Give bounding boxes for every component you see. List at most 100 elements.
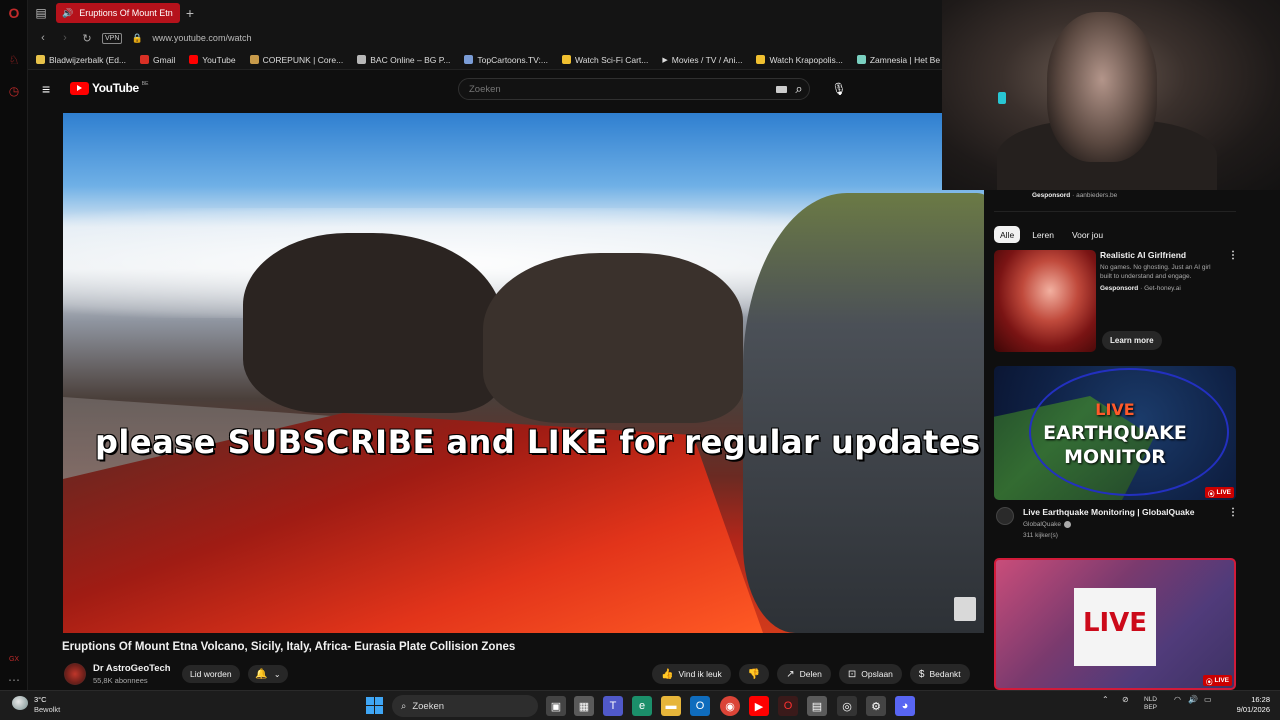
- zamnesia-icon: [856, 55, 866, 64]
- sponsored-ad-card[interactable]: Realistic AI Girlfriend No games. No gho…: [994, 250, 1244, 352]
- kebab-menu-icon[interactable]: ⋮: [1228, 250, 1238, 261]
- krapopolis-icon: [756, 55, 766, 64]
- edge-icon[interactable]: e: [632, 696, 652, 716]
- search-input[interactable]: [459, 79, 749, 100]
- chip-all[interactable]: Alle: [994, 226, 1021, 243]
- taskbar-search[interactable]: ⌕ Zoeken: [392, 695, 538, 717]
- sponsored-banner[interactable]: Gesponsord · aanbieders.be: [994, 190, 1236, 212]
- new-tab-button[interactable]: +: [180, 3, 200, 23]
- video-thumbnail[interactable]: LIVE EARTHQUAKE MONITOR ⦿ LIVE: [994, 366, 1236, 500]
- channel-name[interactable]: Dr AstroGeoTech: [93, 663, 171, 674]
- channel-avatar[interactable]: [996, 507, 1014, 525]
- weather-temperature[interactable]: 3°C: [34, 695, 47, 704]
- youtube-app-icon[interactable]: ▶: [749, 696, 769, 716]
- task-view-icon[interactable]: ▣: [546, 696, 566, 716]
- channel-watermark-icon[interactable]: [954, 597, 976, 621]
- channel-name[interactable]: GlobalQuake: [1023, 521, 1071, 528]
- history-icon[interactable]: ◷: [6, 83, 22, 99]
- dislike-button[interactable]: 👎: [738, 664, 770, 684]
- share-icon: ↗: [786, 668, 795, 680]
- bookmark-item[interactable]: Watch Krapopolis...: [756, 55, 843, 65]
- folder-icon: [36, 55, 45, 64]
- vpn-badge[interactable]: VPN: [102, 32, 123, 44]
- app-icon[interactable]: ◎: [837, 696, 857, 716]
- calculator-icon[interactable]: ▤: [807, 696, 827, 716]
- like-button[interactable]: 👍 Vind ik leuk: [652, 664, 731, 684]
- chevron-up-icon[interactable]: ⌃: [1102, 695, 1109, 704]
- chrome-icon[interactable]: ◉: [720, 696, 740, 716]
- notification-bell-button[interactable]: 🔔 ⌄: [248, 665, 288, 683]
- settings-gear-icon[interactable]: ⚙: [866, 696, 886, 716]
- youtube-wordmark: YouTube: [92, 81, 139, 95]
- forward-icon[interactable]: ›: [58, 32, 72, 44]
- webcam-overlay: [942, 0, 1280, 190]
- input-language[interactable]: NLD BEP: [1144, 696, 1157, 712]
- country-code: BE: [141, 81, 149, 87]
- file-explorer-icon[interactable]: ▬: [661, 696, 681, 716]
- share-button[interactable]: ↗ Delen: [777, 664, 831, 684]
- thumbnail-text: MONITOR: [1064, 446, 1166, 468]
- video-thumbnail[interactable]: LIVE ⦿ LIVE: [994, 558, 1236, 690]
- reload-icon[interactable]: ↻: [80, 32, 94, 45]
- thumbs-down-icon: 👎: [747, 668, 761, 680]
- system-clock[interactable]: 16:28 9/01/2026: [1220, 695, 1270, 715]
- bookmark-icon: ⊡: [847, 668, 857, 680]
- chip-learn[interactable]: Leren: [1026, 226, 1060, 243]
- bookmark-item[interactable]: Gmail: [140, 55, 175, 65]
- filter-chips: Alle Leren Voor jou: [994, 226, 1109, 243]
- more-icon[interactable]: ⋯: [6, 672, 22, 688]
- outlook-icon[interactable]: O: [690, 696, 710, 716]
- tab-active[interactable]: 🔊 Eruptions Of Mount Etn: [56, 3, 180, 23]
- bookmark-item[interactable]: Watch Sci-Fi Cart...: [561, 55, 648, 65]
- store-icon[interactable]: ▦: [574, 696, 594, 716]
- youtube-logo[interactable]: YouTube BE: [70, 81, 148, 95]
- bookmark-item[interactable]: Bladwijzerbalk (Ed...: [36, 55, 126, 65]
- bookmark-item[interactable]: Zamnesia | Het Be: [856, 55, 940, 65]
- live-badge: ⦿ LIVE: [1205, 487, 1234, 498]
- related-sidebar: Gesponsord · aanbieders.be Alle Leren Vo…: [984, 190, 1280, 690]
- bookmark-item[interactable]: YouTube: [189, 55, 236, 65]
- network-off-icon[interactable]: ⊘: [1122, 695, 1129, 704]
- bookmark-icon[interactable]: ♘: [6, 52, 22, 68]
- learn-more-button[interactable]: Learn more: [1102, 331, 1162, 350]
- lock-icon[interactable]: 🔒: [130, 33, 144, 44]
- viewer-count: 311 kijker(s): [1023, 532, 1058, 539]
- bookmark-item[interactable]: BAC Online – BG P...: [357, 55, 450, 65]
- chip-for-you[interactable]: Voor jou: [1066, 226, 1109, 243]
- bookmark-item[interactable]: TopCartoons.TV:...: [464, 55, 548, 65]
- teams-icon[interactable]: T: [603, 696, 623, 716]
- weather-description[interactable]: Bewolkt: [34, 705, 60, 714]
- video-player[interactable]: please SUBSCRIBE and LIKE for regular up…: [63, 113, 984, 633]
- ad-title[interactable]: Realistic AI Girlfriend: [1100, 250, 1186, 260]
- wifi-icon[interactable]: ◠: [1174, 695, 1181, 704]
- speaker-icon: 🔊: [62, 7, 74, 18]
- battery-icon[interactable]: ▭: [1204, 695, 1212, 704]
- start-button[interactable]: [366, 697, 383, 714]
- back-icon[interactable]: ‹: [36, 32, 50, 44]
- url-field[interactable]: www.youtube.com/watch: [152, 33, 251, 43]
- video-title[interactable]: Live Earthquake Monitoring | GlobalQuake: [1023, 507, 1194, 517]
- microphone-icon[interactable]: 🎙: [830, 80, 848, 98]
- join-button[interactable]: Lid worden: [182, 665, 240, 683]
- search-icon[interactable]: ⌕: [788, 79, 810, 99]
- hamburger-menu-icon[interactable]: ≡: [42, 82, 56, 96]
- volume-icon[interactable]: 🔊: [1188, 695, 1198, 704]
- thumbnail-text: EARTHQUAKE: [1043, 422, 1187, 444]
- gx-icon[interactable]: GX: [6, 651, 22, 667]
- windows-taskbar: 3°C Bewolkt ⌕ Zoeken ▣ ▦ T e ▬ O ◉ ▶ O ▤ …: [0, 690, 1280, 720]
- bookmark-item[interactable]: ▶ Movies / TV / Ani...: [662, 55, 742, 65]
- keyboard-icon[interactable]: [776, 86, 787, 93]
- tab-overview-icon[interactable]: ▤: [28, 0, 54, 26]
- opera-gx-icon[interactable]: O: [778, 696, 798, 716]
- discord-icon[interactable]: ◕: [895, 696, 915, 716]
- thanks-button[interactable]: $ Bedankt: [909, 664, 970, 684]
- ad-thumbnail[interactable]: [994, 250, 1096, 352]
- channel-avatar[interactable]: [64, 663, 86, 685]
- kebab-menu-icon[interactable]: ⋮: [1228, 507, 1238, 518]
- tab-title: Eruptions Of Mount Etn: [79, 8, 173, 18]
- address-bar: ‹ › ↻ VPN 🔒 www.youtube.com/watch: [28, 26, 942, 50]
- opera-logo-icon[interactable]: O: [6, 5, 22, 21]
- save-button[interactable]: ⊡ Opslaan: [838, 664, 902, 684]
- bookmark-item[interactable]: COREPUNK | Core...: [249, 55, 343, 65]
- cloud-icon[interactable]: [12, 696, 28, 710]
